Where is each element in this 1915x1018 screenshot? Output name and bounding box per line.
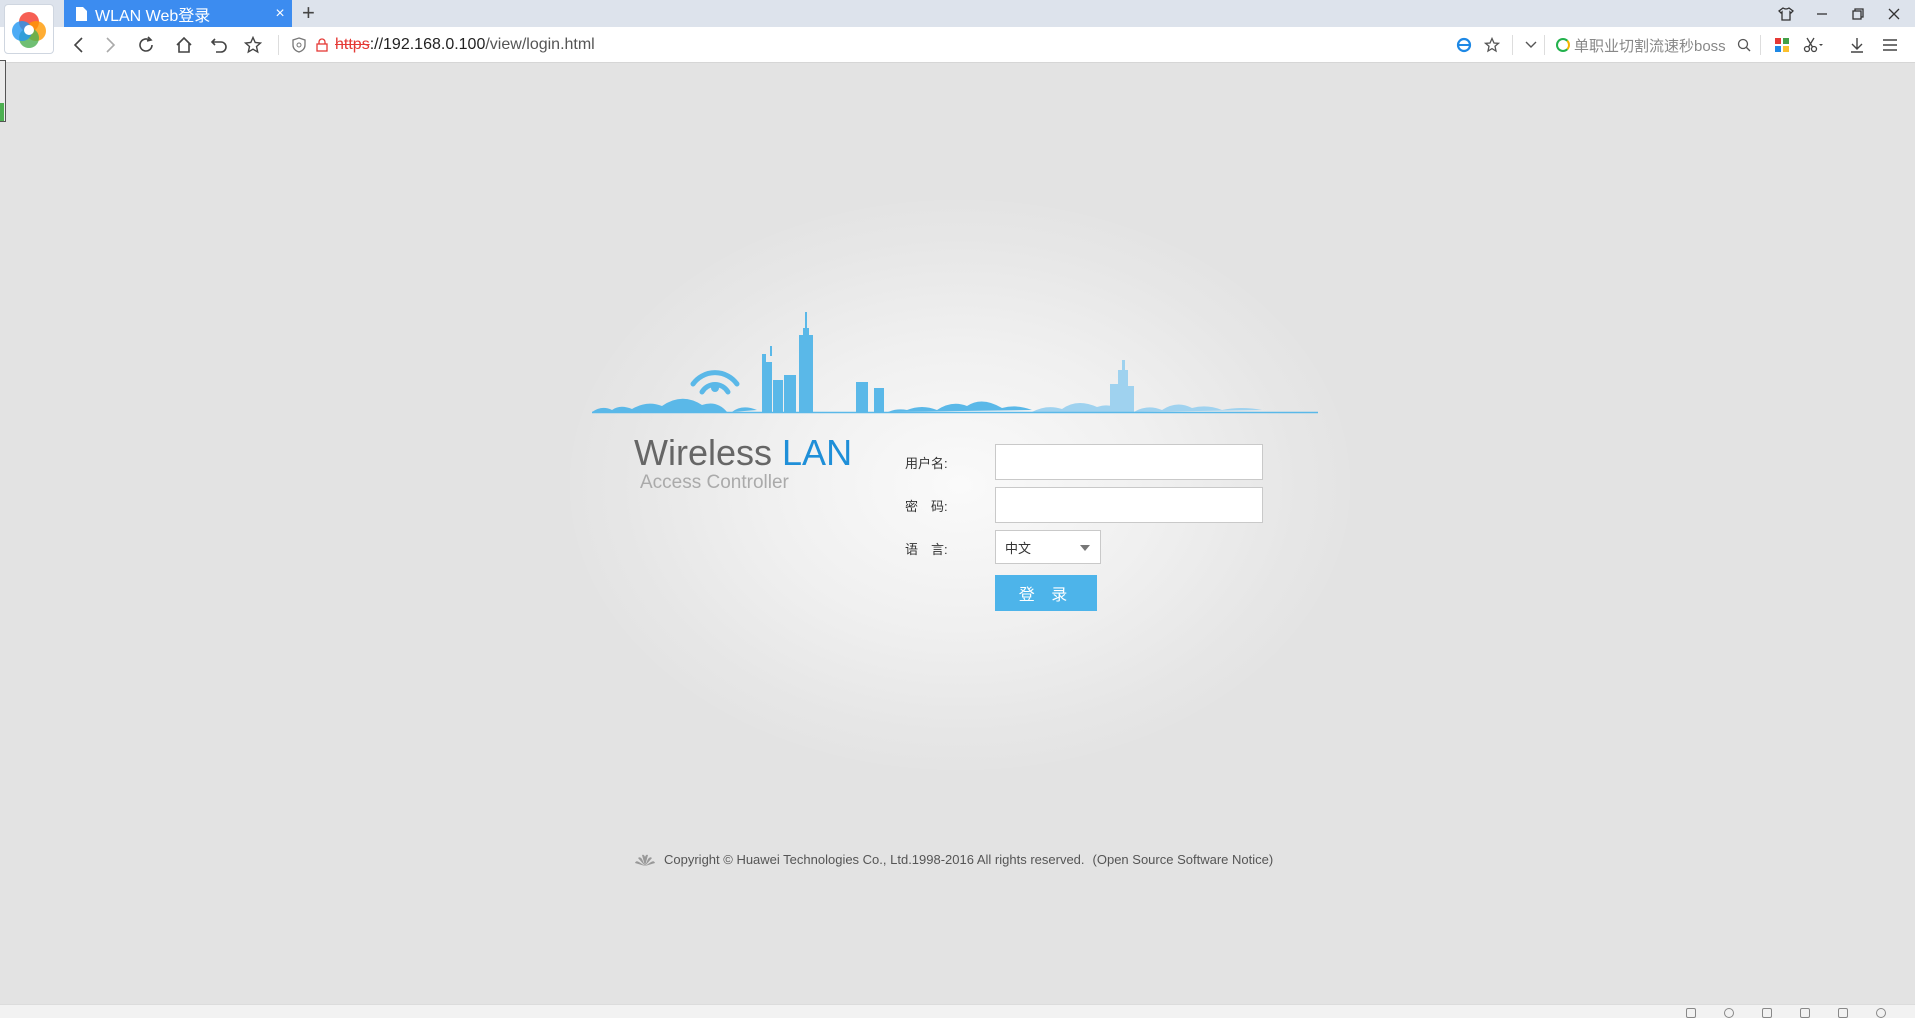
url-host: 192.168.0.100: [383, 36, 486, 53]
tab-close-icon[interactable]: ×: [268, 5, 292, 23]
search-engine-icon: [1556, 38, 1570, 52]
ie-mode-icon[interactable]: [1449, 27, 1479, 63]
bookmark-star-icon[interactable]: [238, 27, 268, 63]
document-icon: [76, 6, 87, 21]
open-source-notice-link[interactable]: (Open Source Software Notice): [1093, 852, 1274, 867]
insecure-lock-icon[interactable]: [316, 38, 328, 57]
copyright-text: Copyright © Huawei Technologies Co., Ltd…: [664, 852, 1085, 867]
password-label: 密 码:: [905, 499, 948, 514]
close-window-icon[interactable]: [1876, 0, 1912, 27]
window-icon[interactable]: [1838, 1008, 1848, 1018]
url-separator: ://: [369, 36, 384, 53]
menu-icon[interactable]: [1875, 27, 1905, 63]
chevron-down-icon[interactable]: [1516, 27, 1546, 63]
undo-icon[interactable]: [204, 27, 234, 63]
divider: [1760, 35, 1761, 55]
back-icon[interactable]: [63, 27, 93, 63]
username-input[interactable]: [995, 444, 1263, 480]
reload-icon[interactable]: [131, 27, 161, 63]
browser-logo-icon[interactable]: [4, 4, 54, 54]
restore-icon[interactable]: [1840, 0, 1876, 27]
url-scheme: https: [335, 36, 370, 53]
divider: [1512, 35, 1513, 55]
brand-lan: LAN: [782, 432, 853, 473]
accelerator-icon[interactable]: [1724, 1008, 1734, 1018]
city-skyline-logo: [592, 312, 1318, 414]
minimize-icon[interactable]: [1804, 0, 1840, 27]
password-input[interactable]: [995, 487, 1263, 523]
page-footer: Copyright © Huawei Technologies Co., Ltd…: [634, 852, 1273, 867]
forward-icon[interactable]: [96, 27, 126, 63]
login-button[interactable]: 登 录: [995, 575, 1097, 611]
new-tab-button[interactable]: +: [302, 1, 315, 25]
favorite-star-icon[interactable]: [1477, 27, 1507, 63]
search-suggestion-text: 单职业切割流速秒boss: [1574, 37, 1726, 55]
browser-nav-bar: https://192.168.0.100/view/login.html 单职…: [0, 27, 1915, 63]
scissors-icon[interactable]: [1799, 27, 1829, 63]
username-label: 用户名:: [905, 456, 948, 471]
home-icon[interactable]: [169, 27, 199, 63]
product-brand: Wireless LAN Access Controller: [634, 432, 852, 494]
url-path: /view/login.html: [485, 36, 595, 53]
tab-wlan-login[interactable]: WLAN Web登录 ×: [64, 0, 292, 27]
rocket-icon[interactable]: [1686, 1008, 1696, 1018]
download-icon[interactable]: [1842, 27, 1872, 63]
product-subtitle: Access Controller: [640, 472, 789, 493]
browser-status-bar: [0, 1004, 1915, 1018]
browser-tab-bar: WLAN Web登录 × +: [0, 0, 1915, 27]
divider: [278, 35, 279, 55]
shield-icon[interactable]: [292, 37, 306, 58]
zoom-icon[interactable]: [1876, 1008, 1886, 1018]
product-title: Wireless LAN: [634, 432, 852, 474]
apps-grid-icon[interactable]: [1767, 27, 1797, 63]
tab-title: WLAN Web登录: [95, 7, 211, 25]
skin-icon[interactable]: [1768, 0, 1804, 27]
divider: [1544, 35, 1545, 55]
language-selected-value: 中文: [1005, 540, 1032, 556]
address-bar[interactable]: https://192.168.0.100/view/login.html: [335, 27, 595, 63]
search-icon[interactable]: [1729, 27, 1759, 63]
language-label: 语 言:: [905, 542, 948, 557]
volume-icon[interactable]: [1800, 1008, 1810, 1018]
brand-wireless: Wireless: [634, 432, 773, 473]
trash-icon[interactable]: [1762, 1008, 1772, 1018]
huawei-logo-icon: [635, 854, 655, 866]
language-select[interactable]: 中文: [995, 530, 1101, 564]
dropdown-arrow-icon: [1080, 545, 1090, 551]
side-panel-handle[interactable]: [0, 60, 6, 122]
